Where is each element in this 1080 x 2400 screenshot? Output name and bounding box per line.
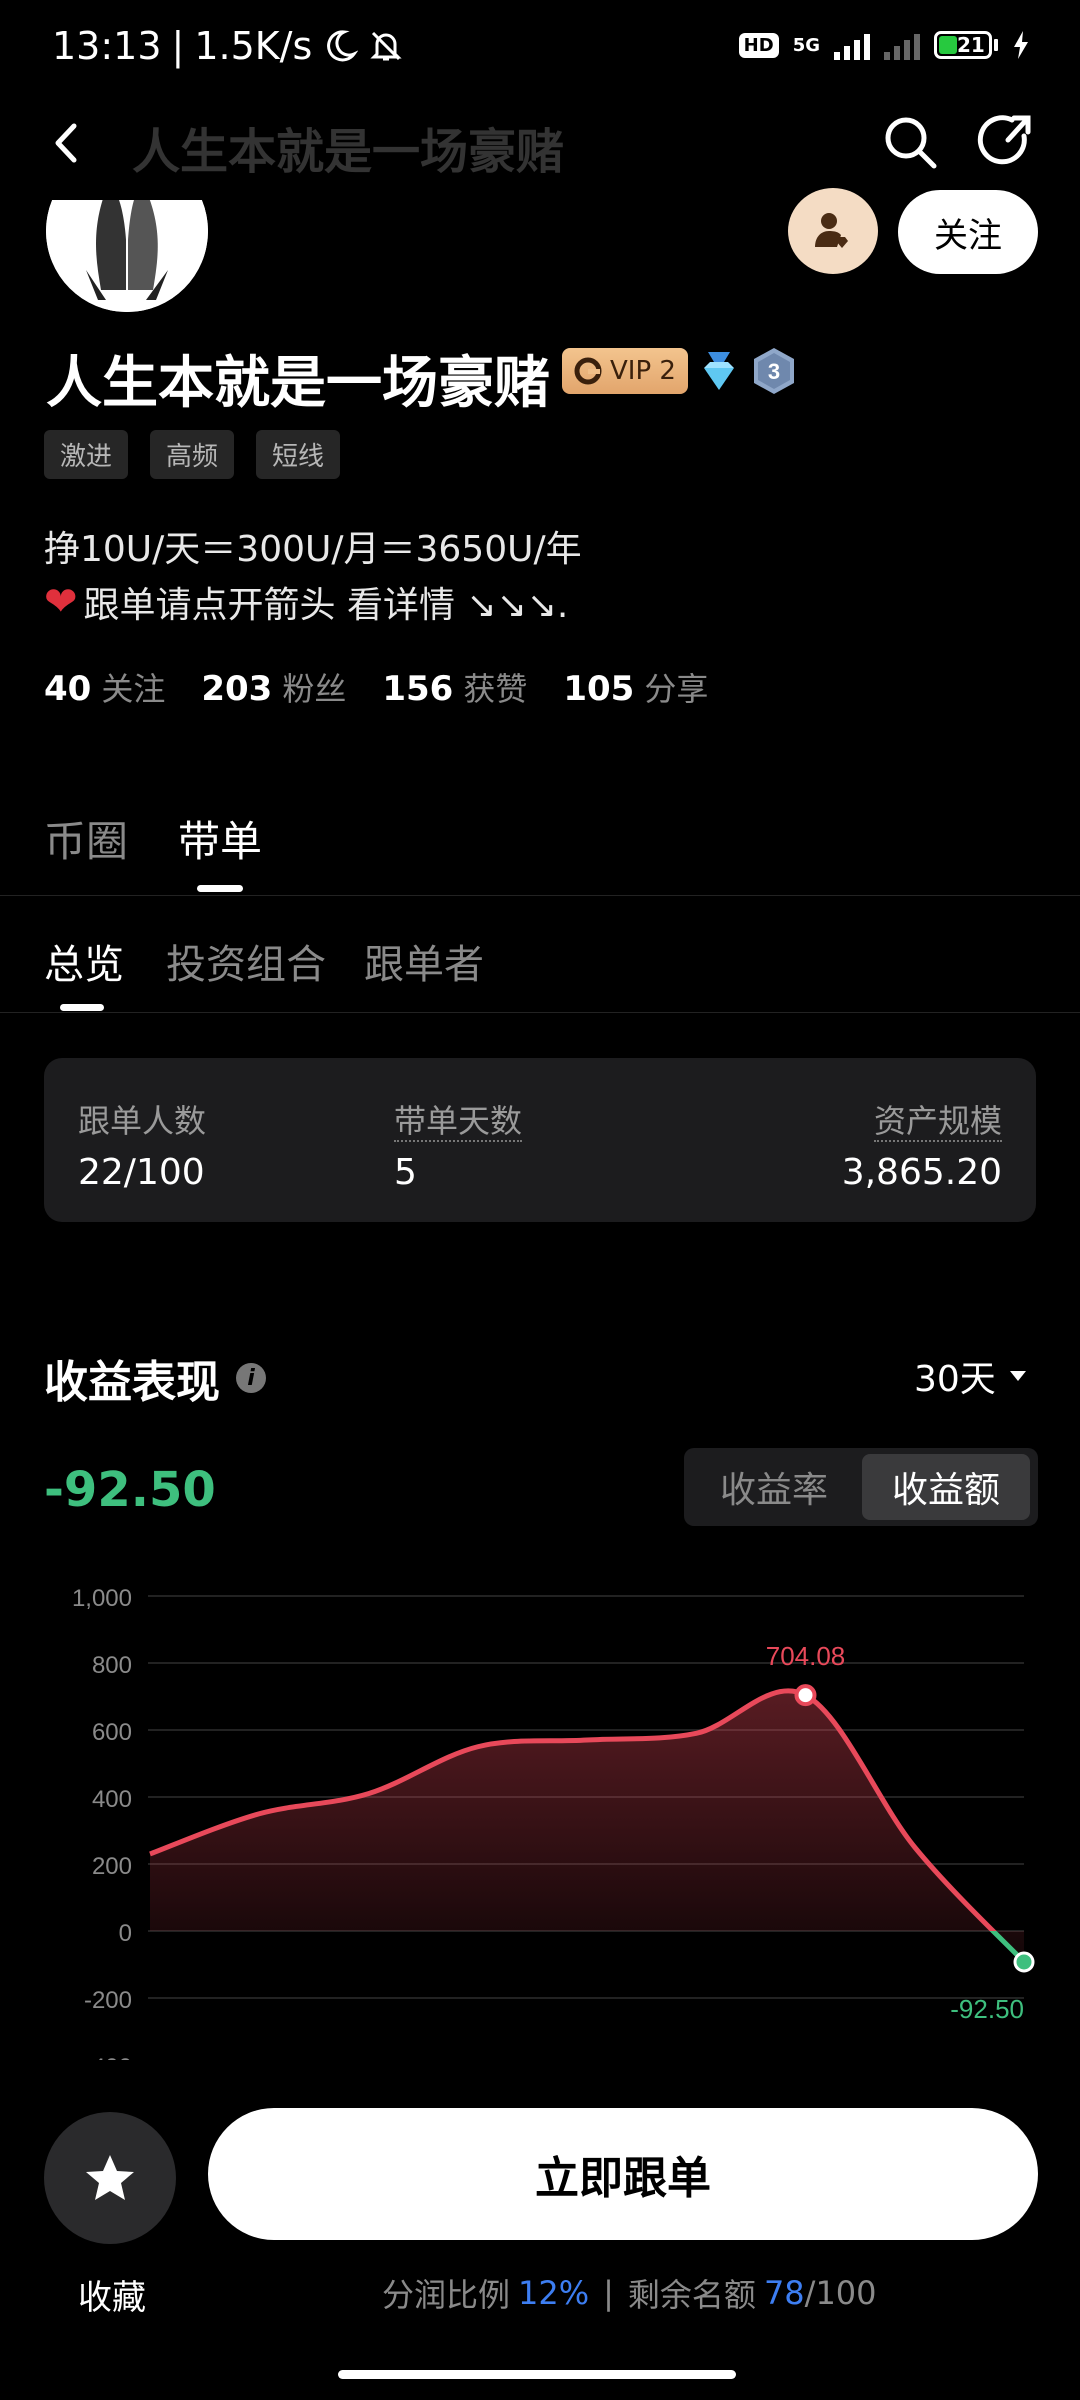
info-icon[interactable]: i (236, 1363, 266, 1393)
peak-label: 704.08 (766, 1641, 846, 1671)
heart-icon: ❤ (44, 579, 78, 625)
moon-icon (327, 30, 359, 62)
y-tick-label: 400 (92, 1786, 132, 1813)
vip-badge: VIP 2 (562, 348, 688, 394)
footer-info: 分润比例 12% | 剩余名额 78/100 (382, 2270, 877, 2316)
tag-list: 激进 高频 短线 (44, 430, 341, 479)
overview-card: 跟单人数 22/100 带单天数 5 资产规模 3,865.20 (44, 1058, 1036, 1222)
subtab-indicator (60, 1004, 104, 1011)
stat-following[interactable]: 40 关注 (44, 664, 165, 710)
divider (0, 1012, 1080, 1013)
days-value: 5 (394, 1152, 417, 1193)
footer-separator: | (603, 2274, 614, 2312)
metric-toggle: 收益率 收益额 (684, 1448, 1038, 1526)
subtab-portfolio[interactable]: 投资组合 (166, 932, 326, 990)
hd-badge: HD (738, 32, 779, 58)
battery-icon: 21 (934, 31, 998, 59)
end-point (1013, 1951, 1035, 1973)
aum-stat: 资产规模 3,865.20 (842, 1096, 1002, 1193)
favorite-button[interactable] (44, 2112, 176, 2244)
favorite-label: 收藏 (78, 2278, 146, 2318)
aum-label[interactable]: 资产规模 (873, 1102, 1002, 1142)
share-icon[interactable] (976, 112, 1036, 172)
user-badge-icon (815, 213, 848, 248)
stat-shares: 105 分享 (563, 669, 709, 709)
network-label: 5G (792, 34, 820, 56)
toggle-amount[interactable]: 收益额 (862, 1454, 1030, 1520)
y-tick-label: -400 (84, 2054, 132, 2070)
bio-line-2-text: 跟单请点开箭头 看详情 ↘↘↘. (83, 585, 569, 626)
aum-value: 3,865.20 (841, 1152, 1002, 1193)
signal-icon (834, 30, 870, 60)
remaining-total: /100 (804, 2274, 877, 2312)
star-icon (86, 2155, 134, 2200)
vip-profile-button[interactable] (788, 188, 878, 274)
remaining-label: 剩余名额 (627, 2276, 756, 2314)
days-stat: 带单天数 5 (394, 1096, 523, 1193)
subtab-followers[interactable]: 跟单者 (364, 932, 484, 990)
hexagon-level-icon: 3 (754, 348, 794, 394)
period-value: 30天 (914, 1359, 996, 1400)
period-select[interactable]: 30天 (914, 1350, 1026, 1402)
end-label: -92.50 (950, 1994, 1024, 2024)
earnings-title-text: 收益表现 (44, 1357, 220, 1408)
vip-logo-icon (574, 357, 602, 385)
y-tick-label: 0 (119, 1920, 132, 1947)
y-tick-label: 600 (92, 1719, 132, 1746)
tag: 激进 (44, 430, 129, 479)
followers-stat: 跟单人数 22/100 (78, 1096, 206, 1193)
y-tick-label: 200 (92, 1853, 132, 1880)
earnings-chart: 1,000 800 600 400 200 0 -200 -400 704.08 -92.50 (72, 1585, 1035, 2070)
status-time: 13:13 (52, 24, 162, 68)
header-title: 人生本就是一场豪赌 (132, 124, 565, 180)
share-ratio-label: 分润比例 (382, 2276, 511, 2314)
bio-line-1: 挣10U/天＝300U/月＝3650U/年 (44, 529, 582, 570)
level-value: 3 (768, 359, 780, 384)
status-net-speed: 1.5K/s (194, 24, 313, 68)
subtab-overview[interactable]: 总览 (44, 932, 124, 990)
peak-point (794, 1684, 817, 1707)
search-icon[interactable] (880, 112, 940, 172)
status-bar: 13:13 | 1.5K/s HD 5G 21 (0, 0, 1080, 100)
tab-indicator (197, 885, 243, 892)
earnings-title: 收益表现 i (44, 1346, 266, 1410)
level-badge: 3 (750, 346, 798, 396)
followers-label: 跟单人数 (78, 1102, 207, 1140)
home-indicator[interactable] (338, 2370, 736, 2379)
stat-followers[interactable]: 203 粉丝 (201, 664, 346, 710)
charging-icon (1014, 31, 1028, 59)
profile-stats: 40 关注 203 粉丝 156 获赞 105 分享 (44, 664, 708, 710)
remaining-value: 78 (763, 2274, 805, 2312)
follow-button[interactable]: 关注 (898, 190, 1038, 274)
vip-label: VIP 2 (610, 356, 676, 386)
bio-line-2: ❤ 跟单请点开箭头 看详情 ↘↘↘. (44, 576, 568, 628)
back-arrow-icon[interactable] (44, 118, 94, 168)
status-divider: | (171, 24, 185, 68)
y-tick-label: -200 (84, 1987, 132, 2014)
tab-copy-trading[interactable]: 带单 (178, 808, 262, 869)
y-tick-label: 1,000 (72, 1585, 132, 1612)
pnl-value: -92.50 (44, 1462, 216, 1518)
status-right: HD 5G 21 (738, 30, 1030, 60)
bell-off-icon (370, 31, 402, 61)
area-fill (150, 1690, 1024, 1962)
stat-likes: 156 获赞 (382, 669, 528, 709)
tab-coin-circle[interactable]: 币圈 (44, 808, 128, 869)
divider (0, 895, 1080, 896)
y-tick-label: 800 (92, 1652, 132, 1679)
diamond-medal-icon (704, 352, 734, 390)
followers-value: 22/100 (78, 1152, 205, 1193)
profile-name: 人生本就是一场豪赌 (46, 351, 550, 416)
caret-down-icon (1009, 1371, 1026, 1381)
toggle-rate[interactable]: 收益率 (684, 1448, 864, 1526)
tag: 高频 (150, 430, 235, 479)
tag: 短线 (256, 430, 341, 479)
share-ratio-value: 12% (518, 2274, 590, 2312)
days-label[interactable]: 带单天数 (394, 1102, 523, 1142)
status-left: 13:13 | 1.5K/s (52, 24, 404, 68)
copy-trade-button[interactable]: 立即跟单 (208, 2108, 1038, 2240)
battery-level: 21 (957, 33, 985, 57)
signal-2-icon (884, 30, 920, 60)
